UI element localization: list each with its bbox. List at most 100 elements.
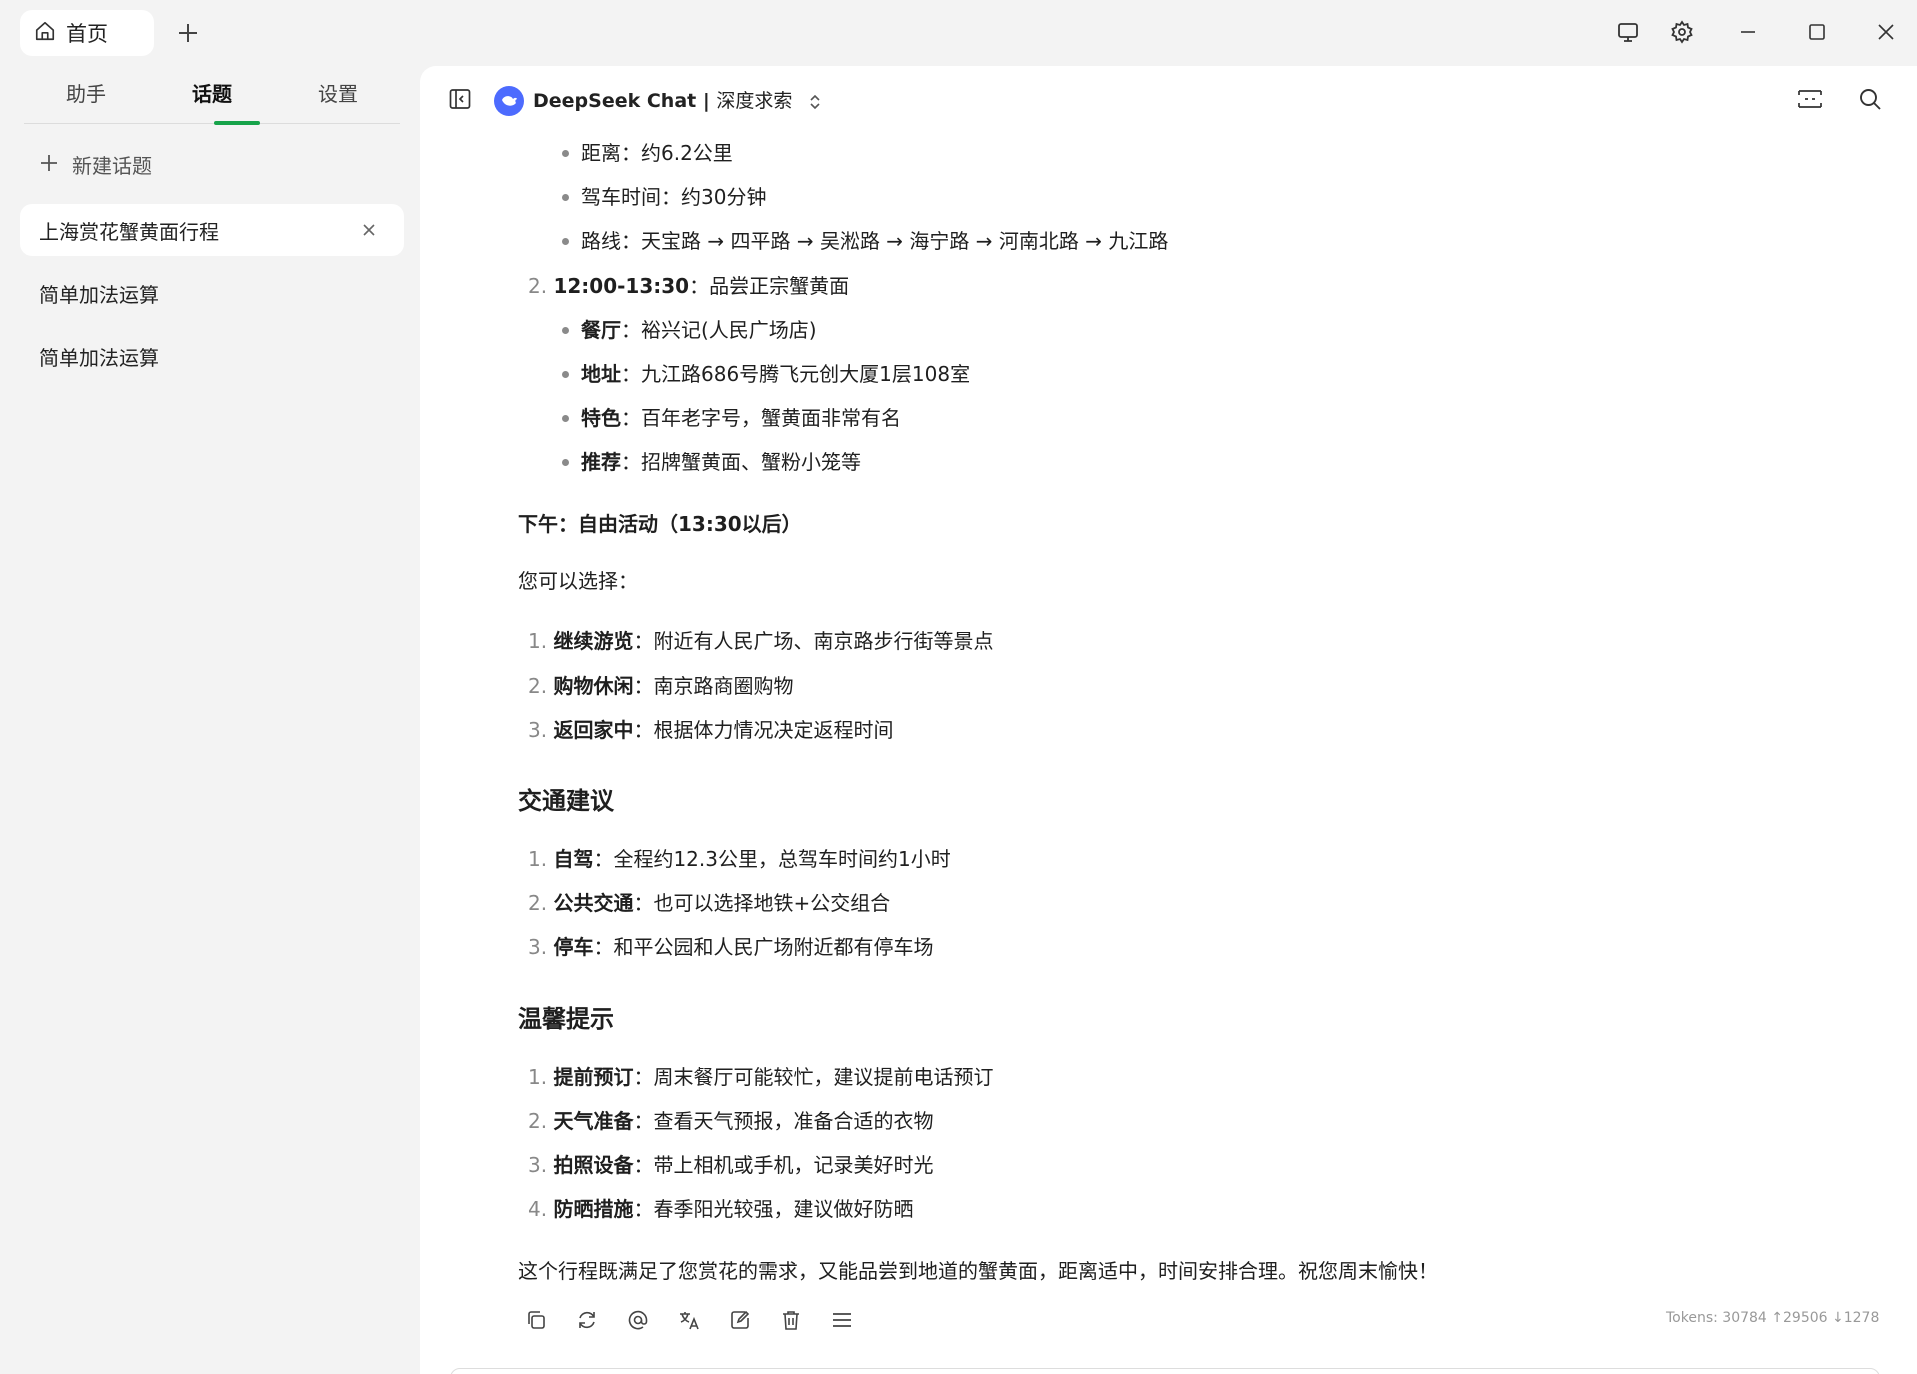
list-item-value: ：春季阳光较强，建议做好防晒 [633,1197,914,1221]
list-item-key: 地址 [581,362,621,386]
chat-header: DeepSeek Chat | 深度求索 [420,66,1917,134]
translate-icon[interactable] [673,1304,705,1336]
list-item-key: 公共交通 [553,891,634,915]
list-item-value: ：招牌蟹黄面、蟹粉小笼等 [621,450,861,474]
list-number: 3. [528,718,548,742]
tab-settings[interactable]: 设置 [298,78,378,107]
list-item-value: ：品尝正宗蟹黄面 [689,274,850,298]
model-separator: | [696,90,717,112]
model-name: DeepSeek Chat [533,90,697,112]
list-item-key: 天气准备 [553,1109,634,1133]
topic-label: 简单加法运算 [39,345,159,370]
closing-paragraph: 这个行程既满足了您赏花的需求，又能品尝到地道的蟹黄面，距离适中，时间安排合理。祝… [518,1259,1438,1283]
list-item: 路线：天宝路 → 四平路 → 吴淞路 → 海宁路 → 河南北路 → 九江路 [561,229,1169,253]
list-item: 3. 停车：和平公园和人民广场附近都有停车场 [528,933,933,961]
chevron-updown-icon [810,94,821,109]
home-icon [34,20,56,47]
list-number: 3. [528,935,548,959]
list-item-value: ：九江路686号腾飞元创大厦1层108室 [621,362,971,386]
list-number: 4. [528,1197,548,1221]
mention-icon[interactable] [622,1304,654,1336]
list-item-value: ：周末餐厅可能较忙，建议提前电话预订 [633,1065,994,1089]
monitor-icon[interactable] [1610,14,1646,50]
list-item-key: 购物休闲 [553,674,634,698]
list-number: 2. [528,891,548,915]
list-item: 2. 天气准备：查看天气预报，准备合适的衣物 [528,1107,933,1135]
maximize-icon[interactable] [1799,14,1835,50]
tab-assistant[interactable]: 助手 [46,78,126,107]
list-item-value: ：裕兴记(人民广场店) [621,318,817,342]
search-icon[interactable] [1852,81,1888,117]
more-menu-icon[interactable] [826,1304,858,1336]
list-item: 3. 返回家中：根据体力情况决定返程时间 [528,716,893,744]
list-item-value: ：百年老字号，蟹黄面非常有名 [621,406,901,430]
new-topic-label: 新建话题 [72,154,152,178]
title-bar: 首页 [0,0,1917,64]
list-item-key: 特色 [581,406,621,430]
list-item: 地址：九江路686号腾飞元创大厦1层108室 [561,360,971,388]
list-number: 3. [528,1153,548,1177]
deepseek-logo-icon [494,86,524,116]
list-item: 1. 自驾：全程约12.3公里，总驾车时间约1小时 [528,845,951,873]
list-item: 1. 继续游览：附近有人民广场、南京路步行街等景点 [528,627,993,655]
list-item-key: 停车 [553,935,594,959]
list-item-key: 拍照设备 [553,1153,634,1177]
message-actions [520,1304,858,1336]
list-item-key: 推荐 [581,450,621,474]
list-number: 2. [528,274,548,298]
token-count: Tokens: 30784 ↑29506 ↓1278 [1666,1310,1880,1326]
list-item: 餐厅：裕兴记(人民广场店) [562,316,817,344]
delete-icon[interactable] [775,1304,807,1336]
list-item-key: 餐厅 [581,318,621,342]
model-selector[interactable]: DeepSeek Chat | 深度求索 [533,86,822,113]
sidebar-toggle-icon[interactable] [442,81,478,117]
paragraph: 您可以选择： [518,569,638,593]
message-input-box[interactable] [450,1368,1880,1374]
topic-item[interactable]: 简单加法运算 [20,330,404,382]
topic-item[interactable]: 简单加法运算 [20,267,404,319]
list-item-value: ：附近有人民广场、南京路步行街等景点 [633,629,994,653]
topic-label: 简单加法运算 [39,282,159,307]
list-item-key: 防晒措施 [553,1197,634,1221]
list-number: 2. [528,674,548,698]
list-item: 2. 购物休闲：南京路商圈购物 [528,672,793,700]
list-item-key: 提前预订 [553,1065,634,1089]
list-item-key: 返回家中 [553,718,634,742]
list-number: 2. [528,1109,548,1133]
home-tab-label: 首页 [66,22,108,46]
new-topic-button[interactable]: 新建话题 [40,150,152,179]
list-number: 1. [528,1065,548,1089]
list-item-key: 继续游览 [553,629,634,653]
add-tab-icon[interactable] [172,17,204,49]
list-item: 特色：百年老字号，蟹黄面非常有名 [562,404,901,432]
expand-width-icon[interactable] [1792,81,1828,117]
edit-icon[interactable] [724,1304,756,1336]
regenerate-icon[interactable] [571,1304,603,1336]
list-item-value: ：查看天气预报，准备合适的衣物 [633,1109,934,1133]
home-tab[interactable]: 首页 [20,10,154,56]
active-tab-indicator [214,121,260,125]
list-item: 4. 防晒措施：春季阳光较强，建议做好防晒 [528,1195,913,1223]
close-topic-icon[interactable] [358,219,380,241]
settings-icon[interactable] [1664,14,1700,50]
model-provider: 深度求索 [716,90,793,112]
tab-topics[interactable]: 话题 [172,78,252,107]
list-item: 3. 拍照设备：带上相机或手机，记录美好时光 [528,1151,933,1179]
list-item: 驾车时间：约30分钟 [561,185,767,209]
topic-label: 上海赏花蟹黄面行程 [39,219,219,244]
list-number: 1. [528,629,548,653]
topic-item[interactable]: 上海赏花蟹黄面行程 [20,204,404,256]
list-item: 距离：约6.2公里 [562,141,733,165]
list-item: 2. 公共交通：也可以选择地铁+公交组合 [528,889,890,917]
list-item: 2. 12:00-13:30：品尝正宗蟹黄面 [528,272,849,300]
copy-icon[interactable] [520,1304,552,1336]
list-number: 1. [528,847,548,871]
list-item-value: ：带上相机或手机，记录美好时光 [633,1153,934,1177]
section-heading: 下午：自由活动（13:30以后） [518,512,802,536]
sidebar-tabs: 助手 话题 设置 [24,64,400,125]
list-item-value: ：根据体力情况决定返程时间 [633,718,894,742]
close-icon[interactable] [1868,14,1904,50]
list-item-value: ：也可以选择地铁+公交组合 [633,891,891,915]
sidebar: 助手 话题 设置 新建话题 上海赏花蟹黄面行程 简单加法运算 简单加法运算 [0,64,420,1374]
minimize-icon[interactable] [1730,14,1766,50]
